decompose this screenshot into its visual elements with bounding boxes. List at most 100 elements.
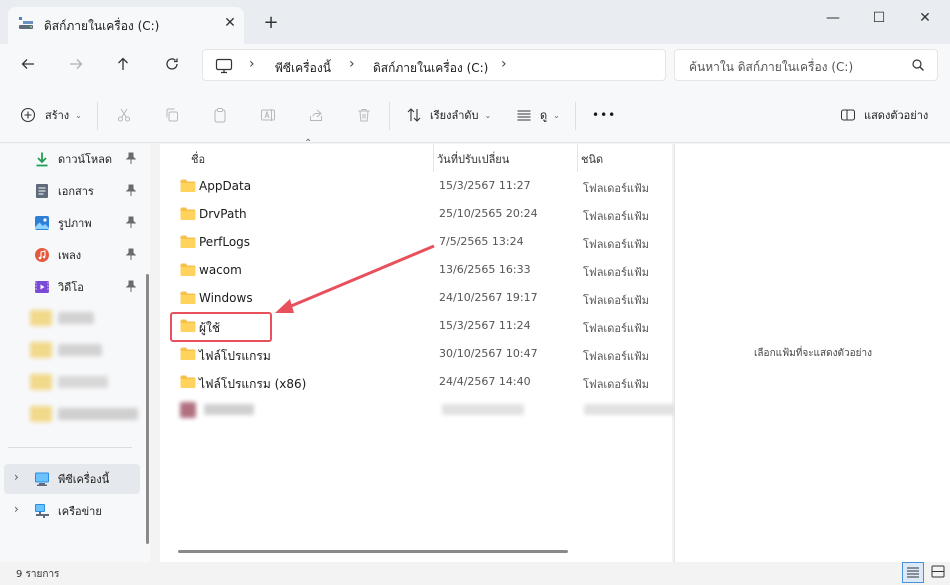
file-type: โฟลเดอร์แฟ้ม xyxy=(583,322,649,335)
rename-button[interactable] xyxy=(260,100,276,130)
folder-icon xyxy=(180,291,196,304)
file-type: โฟลเดอร์แฟ้ม xyxy=(583,182,649,195)
file-name: Windows xyxy=(199,291,253,305)
tiles-view-button[interactable] xyxy=(928,562,948,583)
more-options-button[interactable]: ••• xyxy=(592,100,616,130)
sort-label: เรียงลำดับ xyxy=(430,109,479,122)
arrow-up-icon xyxy=(118,57,128,70)
computer-icon xyxy=(215,58,233,74)
view-label: ดู xyxy=(540,109,548,122)
details-view-button[interactable] xyxy=(902,562,924,583)
pin-icon[interactable] xyxy=(126,184,136,196)
file-name: ไฟล์โปรแกรม xyxy=(199,349,271,363)
back-button[interactable] xyxy=(13,52,43,82)
search-box[interactable]: ค้นหาใน ดิสก์ภายในเครื่อง (C:) xyxy=(674,49,938,81)
sidebar-item-redacted[interactable] xyxy=(30,310,100,326)
sidebar-item-label: ดาวน์โหลด xyxy=(58,153,113,166)
plus-circle-icon xyxy=(20,107,36,123)
share-button[interactable] xyxy=(308,100,324,130)
new-tab-button[interactable]: + xyxy=(260,12,282,34)
tab-local-disk[interactable]: ดิสก์ภายในเครื่อง (C:) ✕ xyxy=(8,7,244,44)
sidebar-item-downloads[interactable]: ดาวน์โหลด xyxy=(4,144,140,174)
view-button[interactable]: ดู ⌄ xyxy=(516,100,560,130)
pin-icon[interactable] xyxy=(126,280,136,292)
search-icon xyxy=(912,59,924,71)
column-header-name[interactable]: ชื่อ xyxy=(191,150,205,168)
sidebar-item-videos[interactable]: วิดีโอ xyxy=(4,272,140,302)
table-row[interactable]: DrvPath 25/10/2565 20:24 โฟลเดอร์แฟ้ม xyxy=(160,200,672,228)
chevron-right-icon[interactable]: › xyxy=(501,56,507,72)
folder-icon xyxy=(180,375,196,388)
download-icon xyxy=(36,152,48,167)
table-row[interactable]: ไฟล์โปรแกรม 30/10/2567 10:47 โฟลเดอร์แฟ้ม xyxy=(160,340,672,368)
paste-button[interactable] xyxy=(212,100,228,130)
computer-icon xyxy=(35,472,49,486)
horizontal-scrollbar[interactable] xyxy=(178,550,568,553)
share-icon xyxy=(310,109,322,121)
item-count: 9 รายการ xyxy=(16,569,60,580)
sidebar-item-label: เอกสาร xyxy=(58,185,94,198)
sidebar-item-this-pc[interactable]: › พีซีเครื่องนี้ xyxy=(4,464,140,494)
sidebar-item-label: พีซีเครื่องนี้ xyxy=(58,473,110,486)
table-row[interactable]: AppData 15/3/2567 11:27 โฟลเดอร์แฟ้ม xyxy=(160,172,672,200)
column-divider[interactable] xyxy=(577,144,578,172)
sidebar-item-redacted[interactable] xyxy=(30,342,110,358)
table-row[interactable]: ไฟล์โปรแกรม (x86) 24/4/2567 14:40 โฟลเดอร์… xyxy=(160,368,672,396)
navigation-pane: ดาวน์โหลด เอกสาร รูปภาพ เพลง วิดีโอ › พี… xyxy=(0,144,150,562)
file-type: โฟลเดอร์แฟ้ม xyxy=(583,266,649,279)
sidebar-scrollbar[interactable] xyxy=(146,274,149,544)
maximize-button[interactable]: ☐ xyxy=(856,4,902,32)
details-pane-label: แสดงตัวอย่าง xyxy=(864,109,929,122)
breadcrumb-this-pc[interactable]: พีซีเครื่องนี้ xyxy=(275,59,331,78)
column-divider[interactable] xyxy=(433,144,434,172)
file-type: โฟลเดอร์แฟ้ม xyxy=(583,378,649,391)
file-name: AppData xyxy=(199,179,252,193)
pin-icon[interactable] xyxy=(126,152,136,164)
file-date: 15/3/2567 11:24 xyxy=(439,319,531,332)
preview-message: เลือกแฟ้มที่จะแสดงตัวอย่าง xyxy=(754,348,872,359)
file-type: โฟลเดอร์แฟ้ม xyxy=(583,210,649,223)
file-date: 25/10/2565 20:24 xyxy=(439,207,538,220)
sort-button[interactable]: เรียงลำดับ ⌄ xyxy=(406,100,491,130)
file-date: 30/10/2567 10:47 xyxy=(439,347,538,360)
sidebar-item-redacted[interactable] xyxy=(30,406,142,422)
sidebar-item-documents[interactable]: เอกสาร xyxy=(4,176,140,206)
search-input[interactable]: ค้นหาใน ดิสก์ภายในเครื่อง (C:) xyxy=(689,58,853,77)
column-header-type[interactable]: ชนิด xyxy=(581,150,603,168)
column-header-date[interactable]: วันที่ปรับเปลี่ยน xyxy=(437,150,509,168)
breadcrumb-local-disk[interactable]: ดิสก์ภายในเครื่อง (C:) xyxy=(373,59,488,78)
table-row[interactable] xyxy=(160,396,678,424)
pin-icon[interactable] xyxy=(126,248,136,260)
divider xyxy=(8,447,132,448)
new-button[interactable]: สร้าง ⌄ xyxy=(20,100,82,130)
sidebar-item-label: เครือข่าย xyxy=(58,505,102,518)
up-button[interactable] xyxy=(108,52,138,82)
chevron-right-icon[interactable]: › xyxy=(14,470,19,484)
copy-button[interactable] xyxy=(164,100,180,130)
sidebar-item-music[interactable]: เพลง xyxy=(4,240,140,270)
sidebar-item-redacted[interactable] xyxy=(30,374,110,390)
rename-icon xyxy=(261,109,275,121)
address-bar[interactable]: › พีซีเครื่องนี้ › ดิสก์ภายในเครื่อง (C:… xyxy=(202,49,666,81)
chevron-right-icon: › xyxy=(349,56,355,72)
cut-button[interactable] xyxy=(116,100,132,130)
network-icon xyxy=(35,504,49,518)
file-name: DrvPath xyxy=(199,207,247,221)
preview-pane: เลือกแฟ้มที่จะแสดงตัวอย่าง xyxy=(674,144,950,562)
pin-icon[interactable] xyxy=(126,216,136,228)
sidebar-item-pictures[interactable]: รูปภาพ xyxy=(4,208,140,238)
sidebar-item-network[interactable]: › เครือข่าย xyxy=(4,496,140,526)
sidebar-item-label: เพลง xyxy=(58,249,82,262)
refresh-button[interactable] xyxy=(157,52,187,82)
delete-button[interactable] xyxy=(356,100,372,130)
minimize-button[interactable]: — xyxy=(810,4,856,32)
forward-button[interactable] xyxy=(61,52,91,82)
sort-ascending-icon: ⌃ xyxy=(304,138,313,149)
scissors-icon xyxy=(118,108,130,122)
close-tab-button[interactable]: ✕ xyxy=(220,13,240,33)
video-icon xyxy=(35,281,49,293)
arrow-right-icon xyxy=(70,59,83,69)
chevron-right-icon[interactable]: › xyxy=(14,502,19,516)
close-window-button[interactable]: ✕ xyxy=(902,4,948,32)
details-pane-button[interactable]: แสดงตัวอย่าง xyxy=(840,100,928,130)
